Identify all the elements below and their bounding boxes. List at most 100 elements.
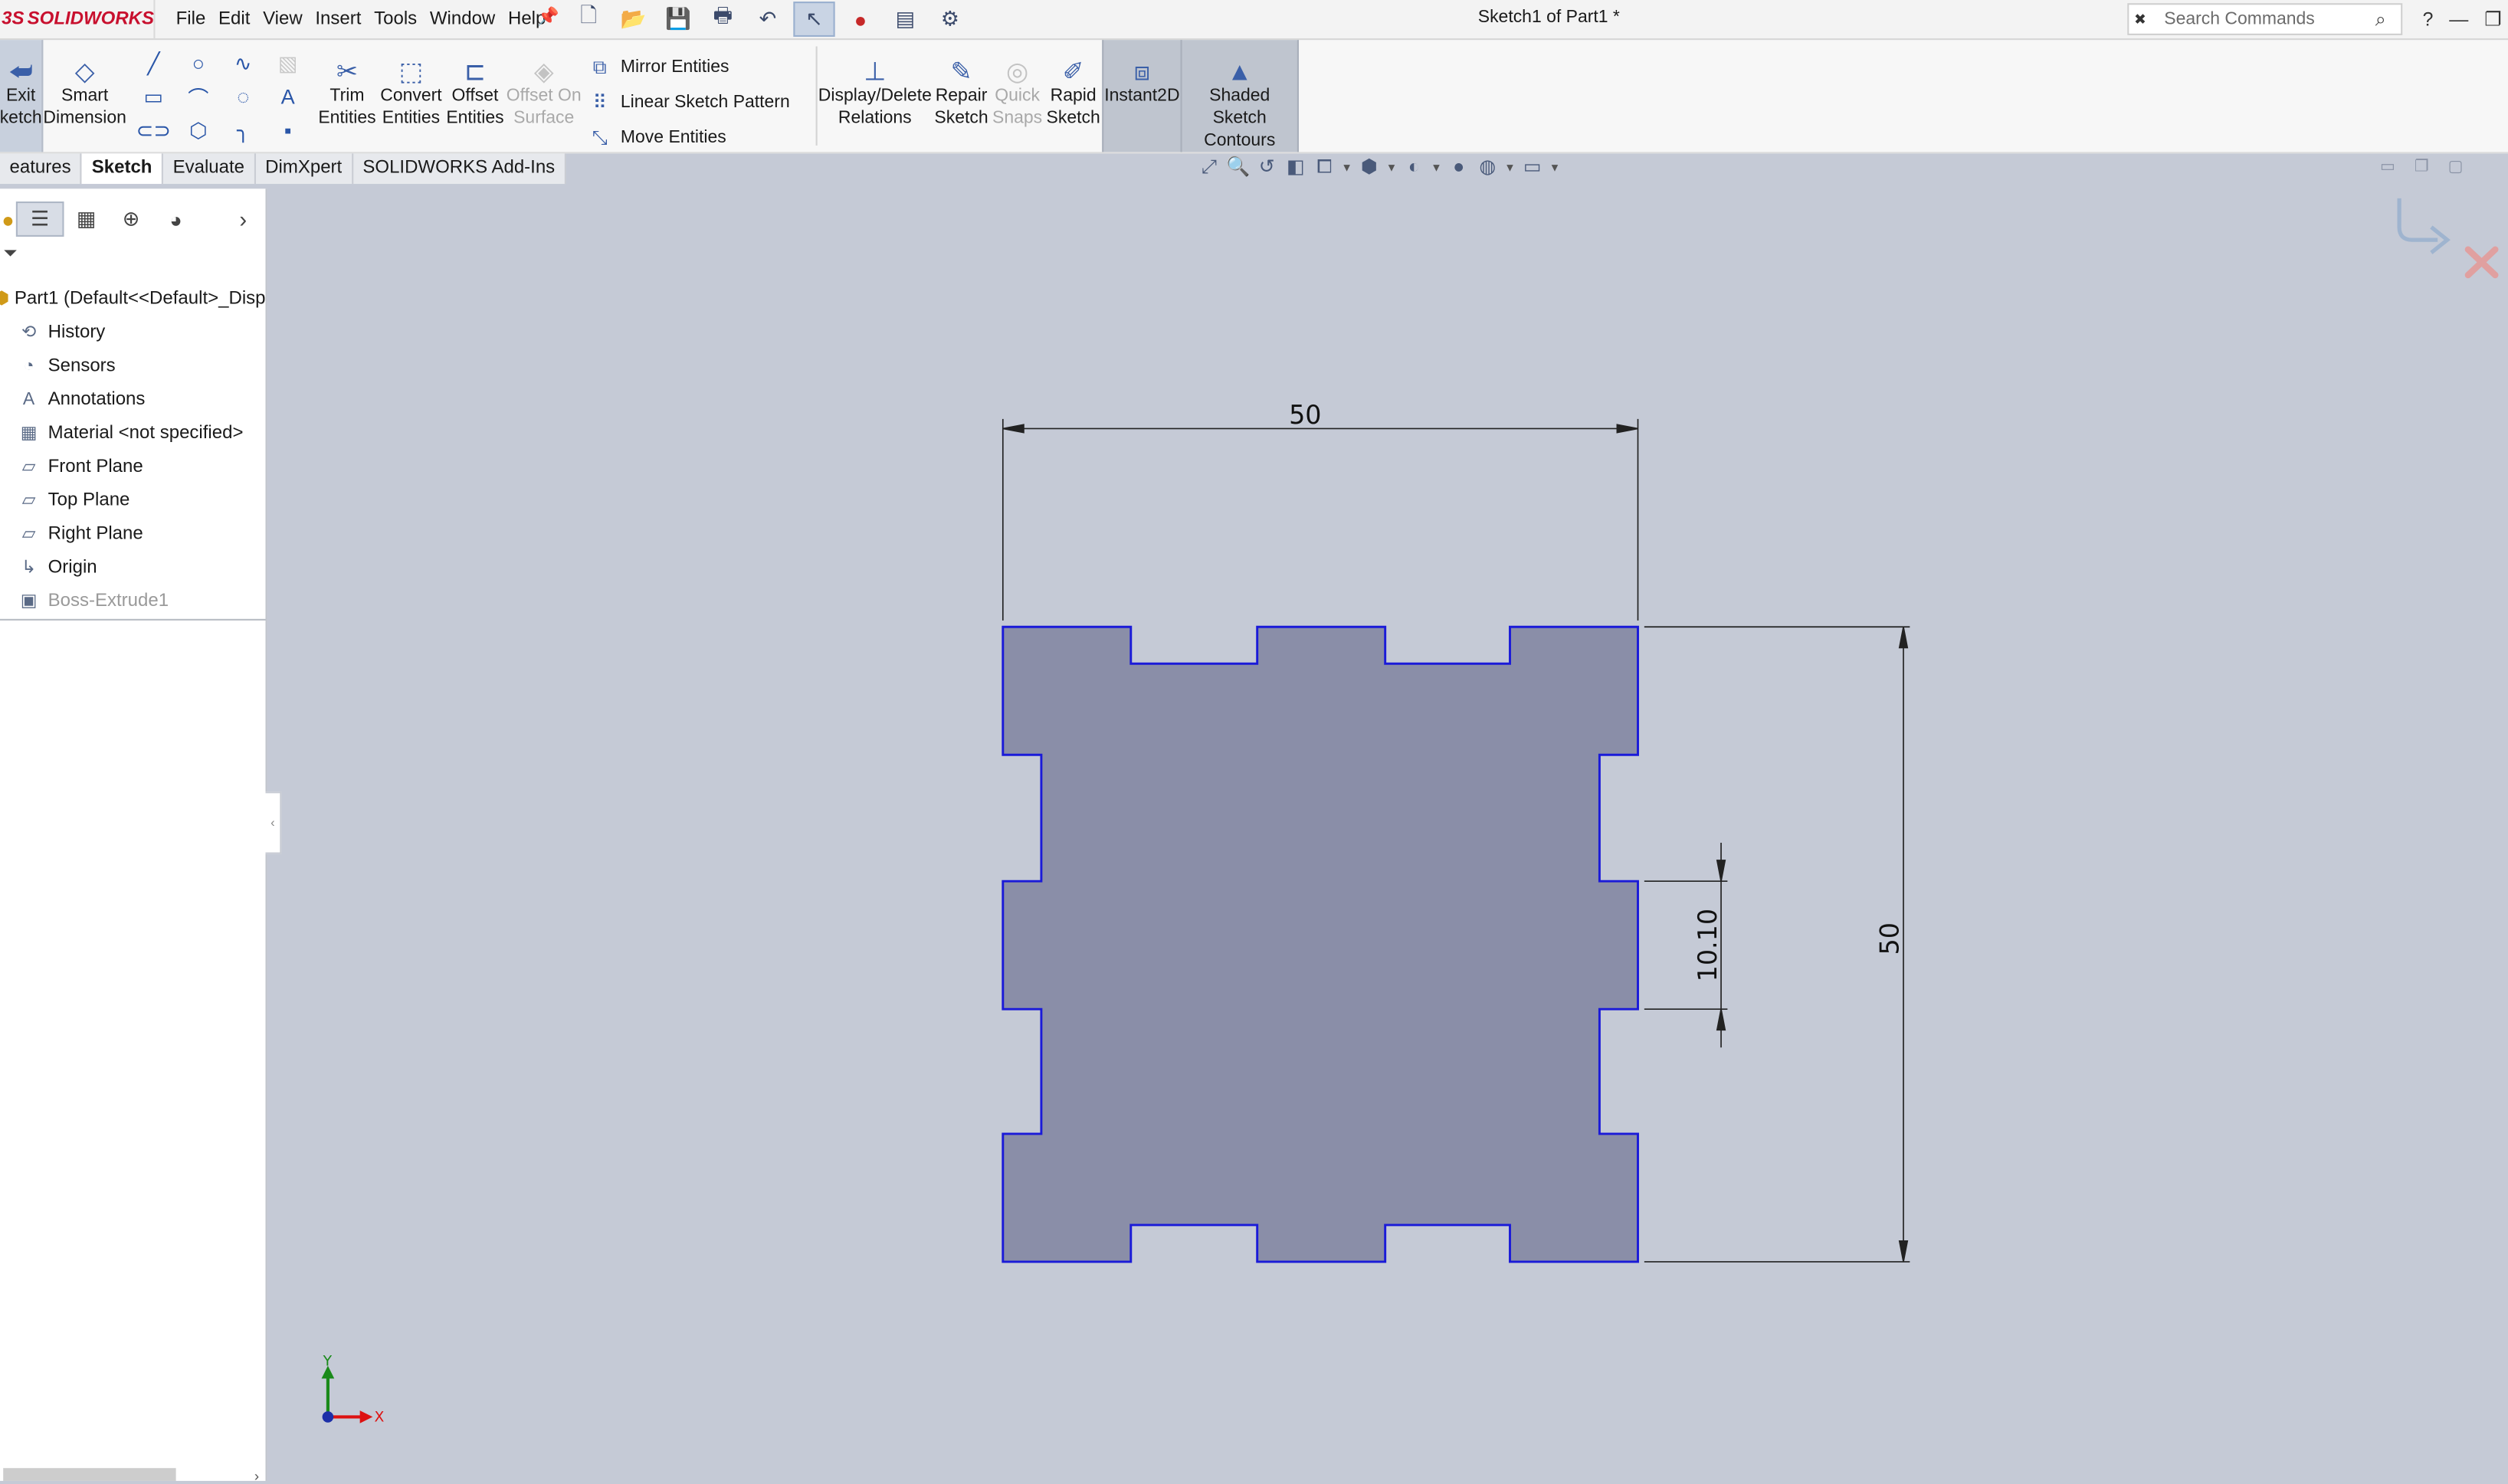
circle-icon[interactable]: ○ [176, 47, 221, 80]
menu-file[interactable]: File [169, 10, 211, 29]
chevron-down-icon[interactable]: ▼ [1549, 155, 1562, 184]
polygon-icon[interactable]: ⬡ [176, 113, 221, 147]
instant2d-button[interactable]: ⧈ Instant2D [1102, 40, 1182, 152]
section-view-icon[interactable]: ◧ [1283, 155, 1308, 184]
convert-entities-button[interactable]: ⬚ Convert Entities [378, 40, 445, 152]
print-icon[interactable]: 🖶 [703, 3, 742, 35]
shaded-sketch-contours-button[interactable]: ▲ Shaded Sketch Contours [1180, 40, 1299, 152]
exit-sketch-button[interactable]: ⮨ Exit ketch [0, 40, 44, 152]
spline-icon[interactable]: ∿ [221, 47, 265, 80]
search-scope-icon[interactable]: ✖ [2129, 11, 2151, 28]
feature-tree-item[interactable]: ◔ Sensors [0, 349, 266, 382]
pin-icon[interactable]: 📌 [537, 6, 559, 27]
menu-view[interactable]: View [257, 10, 309, 29]
menu-tools[interactable]: Tools [368, 10, 424, 29]
feature-tree-item[interactable]: ⟲ History [0, 315, 266, 349]
feature-tree-item[interactable]: ↳ Origin [0, 550, 266, 584]
file-properties-icon[interactable]: ▤ [886, 3, 924, 35]
zoom-to-fit-icon[interactable]: ⤢ [1196, 155, 1221, 184]
options-gear-icon[interactable]: ⚙ [931, 3, 969, 35]
quick-snaps-button[interactable]: ◎ Quick Snaps [992, 40, 1043, 152]
chevron-down-icon[interactable]: ▼ [1340, 155, 1353, 184]
dimension-tab-label[interactable]: 10.10 [1693, 909, 1723, 982]
cancel-sketch-x-icon[interactable] [2464, 246, 2499, 279]
appearance-icon[interactable]: ◍ [1475, 155, 1500, 184]
zoom-to-area-icon[interactable]: 🔍 [1225, 155, 1251, 184]
display-style-icon[interactable]: ◐ [1402, 155, 1427, 184]
feature-tree-item[interactable]: ▣ Boss-Extrude1 [0, 584, 266, 618]
save-icon[interactable]: 💾 [659, 3, 697, 35]
search-commands-box[interactable]: ✖ Search Commands ⌕ [2127, 3, 2403, 35]
point-icon[interactable]: ▪ [266, 113, 310, 147]
previous-view-icon[interactable]: ↺ [1254, 155, 1280, 184]
property-manager-tab-icon[interactable]: ▦ [64, 203, 108, 235]
open-folder-icon[interactable]: 📂 [615, 3, 653, 35]
tab-dimxpert[interactable]: DimXpert [255, 153, 353, 185]
feature-tree-item[interactable]: ▱ Right Plane [0, 516, 266, 550]
chevron-right-icon[interactable]: › [221, 203, 265, 235]
repair-sketch-button[interactable]: ✎ Repair Sketch [933, 40, 990, 152]
viewport-minimize-icon[interactable]: ▭ [2380, 159, 2395, 176]
select-arrow-icon[interactable]: ↖ [793, 2, 835, 38]
tab-evaluate[interactable]: Evaluate [163, 153, 256, 185]
restore-icon[interactable]: ❐ [2484, 8, 2501, 30]
offset-entities-button[interactable]: ⊏ Offset Entities [446, 40, 503, 152]
move-entities-button[interactable]: ⤡ Move Entities [588, 120, 790, 156]
mirror-entities-button[interactable]: ⧉ Mirror Entities [588, 50, 790, 85]
feature-tree-item[interactable]: A Annotations [0, 382, 266, 416]
filter-icon[interactable]: ⏷ [3, 244, 17, 265]
fillet-icon[interactable]: ╮ [221, 113, 265, 147]
dimension-width[interactable] [1002, 418, 1639, 621]
trim-entities-button[interactable]: ✂ Trim Entities [318, 40, 375, 152]
dimension-height-label[interactable]: 50 [1875, 922, 1905, 955]
help-button[interactable]: ? [2422, 8, 2433, 30]
search-icon[interactable]: ⌕ [2375, 7, 2401, 31]
chevron-down-icon[interactable]: ▼ [1503, 155, 1516, 184]
solidworks-logo[interactable]: 3S SOLIDWORKS [0, 0, 156, 39]
scroll-right-icon[interactable]: › [254, 1468, 259, 1484]
new-document-icon[interactable]: 🗋 [569, 3, 608, 35]
feature-tree-item[interactable]: ▱ Front Plane [0, 450, 266, 483]
graphics-viewport[interactable]: 50 50 10.10 Y X [0, 0, 2508, 1481]
minimize-icon[interactable]: — [2449, 8, 2468, 30]
chevron-down-icon[interactable]: ▼ [1430, 155, 1443, 184]
feature-tree-item[interactable]: ▦ Material <not specified> [0, 416, 266, 450]
menu-insert[interactable]: Insert [309, 10, 368, 29]
slot-icon[interactable]: ⊂⊃ [131, 113, 175, 147]
menu-window[interactable]: Window [424, 10, 502, 29]
dimension-height[interactable] [1644, 626, 1910, 1263]
display-delete-relations-button[interactable]: ⊥ Display/Delete Relations [818, 40, 932, 152]
panel-collapse-handle[interactable]: ‹ [265, 791, 282, 854]
search-input[interactable]: Search Commands [2152, 10, 2375, 29]
ellipse-spline-icon[interactable]: ◌ [221, 80, 265, 113]
arc-icon[interactable]: ⌒ [176, 80, 221, 113]
viewport-restore-icon[interactable]: ❐ [2415, 159, 2429, 176]
display-manager-tab-icon[interactable]: ◕ [153, 203, 198, 235]
viewport-maximize-icon[interactable]: ▢ [2448, 159, 2464, 176]
linear-sketch-pattern-button[interactable]: ⠿ Linear Sketch Pattern [588, 85, 790, 120]
hide-show-icon[interactable]: ● [1446, 155, 1471, 184]
feature-tree-tab-icon[interactable]: ☰ [15, 201, 64, 237]
tab-sketch[interactable]: Sketch [82, 153, 164, 185]
chevron-down-icon[interactable]: ▼ [1385, 155, 1398, 184]
rapid-sketch-button[interactable]: ✐ Rapid Sketch [1044, 40, 1102, 152]
dimension-width-label[interactable]: 50 [1289, 400, 1321, 430]
line-icon[interactable]: ╱ [131, 47, 175, 80]
sketch-profile[interactable] [1002, 625, 1639, 1263]
offset-on-surface-button[interactable]: ◈ Offset On Surface [506, 40, 582, 152]
dimension-tab[interactable] [1644, 843, 1728, 1048]
rectangle-icon[interactable]: ▭ [131, 80, 175, 113]
view-settings-icon[interactable]: ▭ [1520, 155, 1545, 184]
horizontal-scrollbar[interactable] [3, 1468, 176, 1481]
rebuild-traffic-light-icon[interactable]: ● [841, 3, 880, 35]
menu-edit[interactable]: Edit [212, 10, 257, 29]
display-pane-icon[interactable]: ● [0, 203, 16, 235]
tab-addins[interactable]: SOLIDWORKS Add-Ins [352, 153, 566, 185]
exit-sketch-check-icon[interactable] [2397, 198, 2451, 254]
feature-tree-item[interactable]: ▱ Top Plane [0, 483, 266, 516]
undo-icon[interactable]: ↶ [749, 3, 787, 35]
view-orientation-icon[interactable]: ⬢ [1356, 155, 1382, 184]
configuration-manager-tab-icon[interactable]: ⊕ [109, 203, 153, 235]
smart-dimension-button[interactable]: ◇ Smart Dimension [43, 40, 126, 152]
feature-tree-item[interactable]: ⬢Part1 (Default<<Default>_Disp [0, 281, 266, 315]
